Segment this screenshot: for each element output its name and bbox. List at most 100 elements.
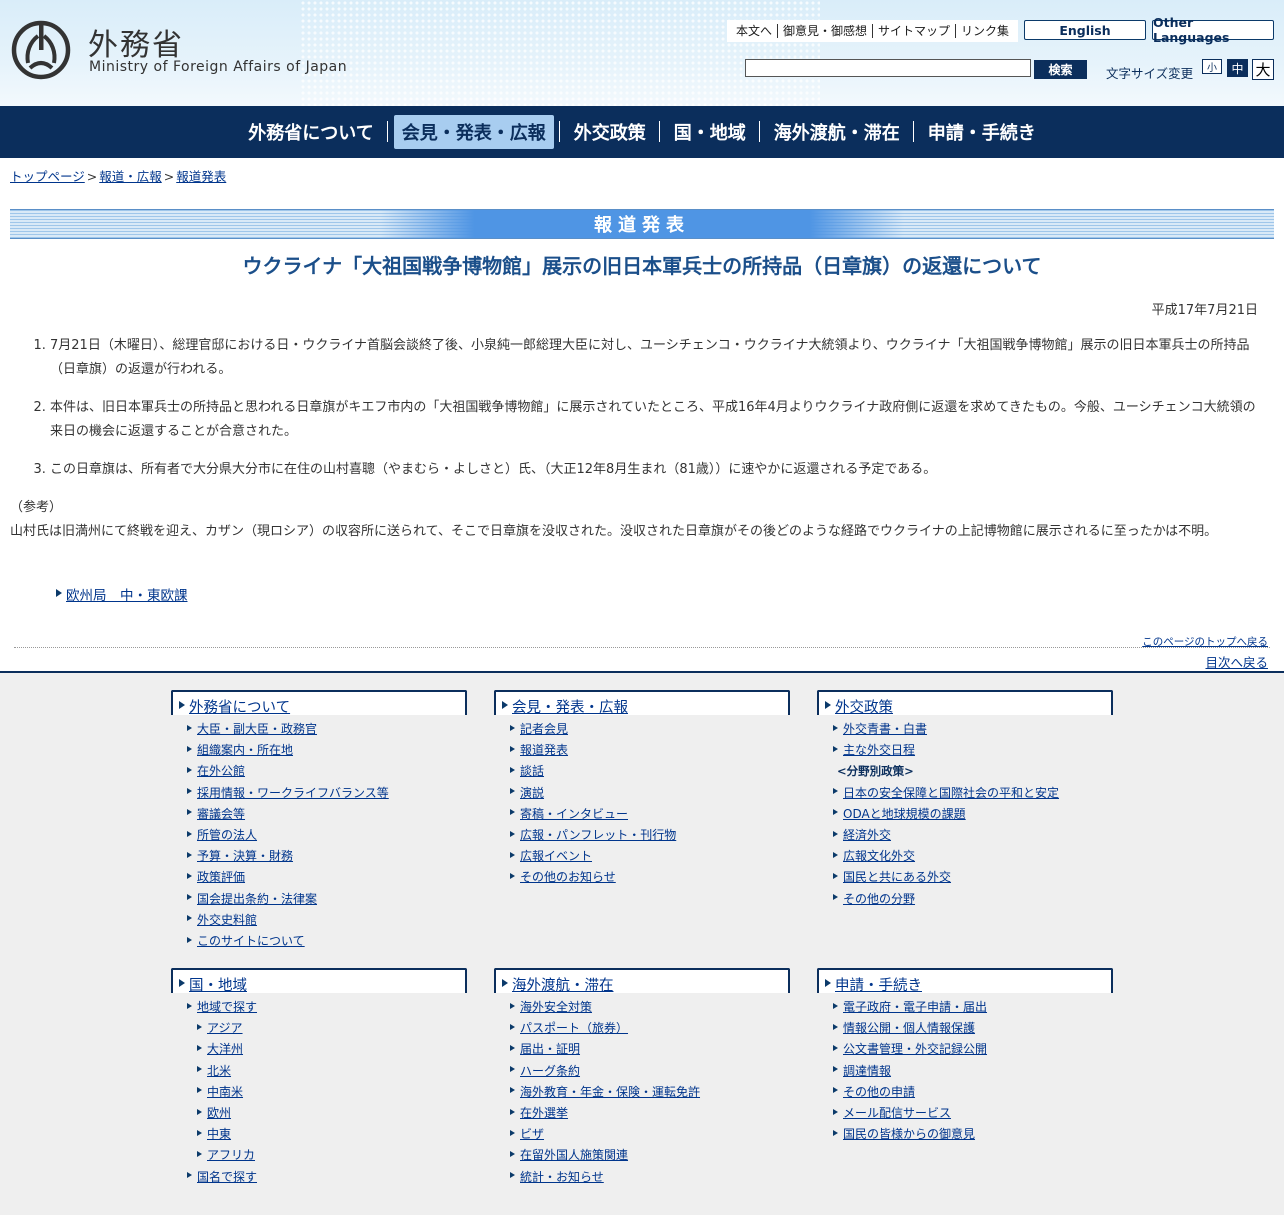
mofa-emblem-icon[interactable] — [10, 18, 72, 80]
footer-link[interactable]: 調達情報 — [843, 1064, 891, 1078]
footer-section-header[interactable]: 外交政策 — [817, 690, 1113, 716]
related-dept-link[interactable]: 欧州局 中・東欧課 — [66, 588, 188, 604]
footer-link-item[interactable]: 所管の法人 — [187, 825, 467, 846]
footer-link-item[interactable]: アジア — [187, 1018, 467, 1039]
footer-link[interactable]: その他のお知らせ — [520, 870, 616, 884]
font-size-large-button[interactable]: 大 — [1252, 59, 1274, 80]
nav-apply[interactable]: 申請・手続き — [912, 115, 1044, 149]
footer-link-item[interactable]: 国民と共にある外交 — [833, 867, 1113, 888]
footer-link[interactable]: 電子政府・電子申請・届出 — [843, 1000, 987, 1014]
nav-press[interactable]: 会見・発表・広報 — [386, 115, 554, 149]
footer-link-item[interactable]: 統計・お知らせ — [510, 1167, 790, 1188]
footer-link[interactable]: 中南米 — [207, 1085, 243, 1099]
footer-section-title[interactable]: 海外渡航・滞在 — [512, 978, 614, 994]
font-size-medium-button[interactable]: 中 — [1227, 59, 1248, 77]
footer-link-item[interactable]: 主な外交日程 — [833, 740, 1113, 761]
footer-link-item[interactable]: 大臣・副大臣・政務官 — [187, 719, 467, 740]
footer-link-item[interactable]: 在留外国人施策関連 — [510, 1145, 790, 1166]
footer-section-header[interactable]: 会見・発表・広報 — [494, 690, 790, 716]
footer-link-item[interactable]: その他の申請 — [833, 1082, 1113, 1103]
footer-link-item[interactable]: 寄稿・インタビュー — [510, 804, 790, 825]
site-title-en[interactable]: Ministry of Foreign Affairs of Japan — [89, 59, 347, 75]
footer-link-item[interactable]: 海外教育・年金・保険・運転免許 — [510, 1082, 790, 1103]
footer-link[interactable]: 広報・パンフレット・刊行物 — [520, 828, 676, 842]
footer-link-item[interactable]: 在外公館 — [187, 761, 467, 782]
footer-link[interactable]: 記者会見 — [520, 722, 568, 736]
footer-link[interactable]: 在留外国人施策関連 — [520, 1148, 628, 1162]
footer-link-item[interactable]: 国名で探す — [187, 1167, 467, 1188]
footer-link[interactable]: 予算・決算・財務 — [197, 849, 293, 863]
footer-link[interactable]: 寄稿・インタビュー — [520, 807, 628, 821]
footer-link[interactable]: 海外安全対策 — [520, 1000, 592, 1014]
nav-region[interactable]: 国・地域 — [658, 115, 754, 149]
footer-link-item[interactable]: ビザ — [510, 1124, 790, 1145]
footer-link[interactable]: 届出・証明 — [520, 1042, 580, 1056]
footer-link-item[interactable]: 広報・パンフレット・刊行物 — [510, 825, 790, 846]
footer-link-item[interactable]: 予算・決算・財務 — [187, 846, 467, 867]
breadcrumb-press-release[interactable]: 報道発表 — [176, 169, 226, 184]
footer-link[interactable]: 所管の法人 — [197, 828, 257, 842]
footer-link[interactable]: 海外教育・年金・保険・運転免許 — [520, 1085, 700, 1099]
footer-link-item[interactable]: 組織案内・所在地 — [187, 740, 467, 761]
footer-section-title[interactable]: 申請・手続き — [835, 978, 922, 994]
footer-section-header[interactable]: 外務省について — [171, 690, 467, 716]
footer-link[interactable]: 情報公開・個人情報保護 — [843, 1021, 975, 1035]
font-size-small-button[interactable]: 小 — [1202, 59, 1222, 74]
footer-link-item[interactable]: メール配信サービス — [833, 1103, 1113, 1124]
footer-link[interactable]: 広報イベント — [520, 849, 592, 863]
footer-section-title[interactable]: 外交政策 — [835, 700, 893, 716]
footer-link-item[interactable]: 外交史料館 — [187, 910, 467, 931]
footer-link-item[interactable]: 採用情報・ワークライフバランス等 — [187, 783, 467, 804]
footer-link[interactable]: 国会提出条約・法律案 — [197, 892, 317, 906]
footer-link-item[interactable]: 大洋州 — [187, 1039, 467, 1060]
footer-link-item[interactable]: パスポート（旅券） — [510, 1018, 790, 1039]
footer-link-item[interactable]: 情報公開・個人情報保護 — [833, 1018, 1113, 1039]
footer-link-item[interactable]: 記者会見 — [510, 719, 790, 740]
nav-policy[interactable]: 外交政策 — [558, 115, 654, 149]
back-to-toc-link[interactable]: 目次へ戻る — [1205, 652, 1268, 671]
footer-link-item[interactable]: 中南米 — [187, 1082, 467, 1103]
footer-link-item[interactable]: 政策評価 — [187, 867, 467, 888]
footer-link[interactable]: ビザ — [520, 1127, 544, 1141]
footer-link[interactable]: 審議会等 — [197, 807, 245, 821]
footer-link-item[interactable]: このサイトについて — [187, 931, 467, 952]
footer-link[interactable]: メール配信サービス — [843, 1106, 951, 1120]
footer-link[interactable]: 組織案内・所在地 — [197, 743, 293, 757]
footer-link[interactable]: ハーグ条約 — [520, 1064, 580, 1078]
footer-link-item[interactable]: ハーグ条約 — [510, 1061, 790, 1082]
links-page-link[interactable]: リンク集 — [955, 24, 1014, 38]
footer-link[interactable]: 統計・お知らせ — [520, 1170, 604, 1184]
footer-link[interactable]: その他の分野 — [843, 892, 915, 906]
footer-link[interactable]: その他の申請 — [843, 1085, 915, 1099]
footer-link[interactable]: アフリカ — [207, 1148, 255, 1162]
footer-link[interactable]: 主な外交日程 — [843, 743, 915, 757]
other-languages-button[interactable]: Other Languages — [1152, 15, 1274, 45]
footer-link-item[interactable]: 届出・証明 — [510, 1039, 790, 1060]
breadcrumb-press[interactable]: 報道・広報 — [99, 169, 162, 184]
search-button[interactable]: 検索 — [1034, 60, 1087, 79]
nav-about[interactable]: 外務省について — [240, 115, 381, 149]
footer-link[interactable]: 大洋州 — [207, 1042, 243, 1056]
nav-travel[interactable]: 海外渡航・滞在 — [758, 115, 908, 149]
footer-link[interactable]: 広報文化外交 — [843, 849, 915, 863]
footer-section-title[interactable]: 外務省について — [189, 700, 290, 716]
footer-link[interactable]: 演説 — [520, 786, 544, 800]
footer-section-header[interactable]: 国・地域 — [171, 968, 467, 994]
footer-link-item[interactable]: その他のお知らせ — [510, 867, 790, 888]
footer-link-item[interactable]: 経済外交 — [833, 825, 1113, 846]
footer-link[interactable]: ODAと地球規模の課題 — [843, 807, 966, 821]
footer-link[interactable]: 報道発表 — [520, 743, 568, 757]
breadcrumb-top[interactable]: トップページ — [10, 169, 85, 184]
footer-link[interactable]: 大臣・副大臣・政務官 — [197, 722, 317, 736]
footer-link-item[interactable]: ODAと地球規模の課題 — [833, 804, 1113, 825]
footer-link[interactable]: 地域で探す — [197, 1000, 257, 1014]
footer-link[interactable]: 公文書管理・外交記録公開 — [843, 1042, 987, 1056]
footer-link-item[interactable]: 電子政府・電子申請・届出 — [833, 997, 1113, 1018]
site-title-jp[interactable]: 外務省 — [88, 20, 184, 64]
footer-section-header[interactable]: 申請・手続き — [817, 968, 1113, 994]
footer-link[interactable]: アジア — [207, 1021, 243, 1035]
footer-link-item[interactable]: 海外安全対策 — [510, 997, 790, 1018]
footer-link-item[interactable]: 公文書管理・外交記録公開 — [833, 1039, 1113, 1060]
footer-link[interactable]: 政策評価 — [197, 870, 245, 884]
footer-link[interactable]: 在外選挙 — [520, 1106, 568, 1120]
